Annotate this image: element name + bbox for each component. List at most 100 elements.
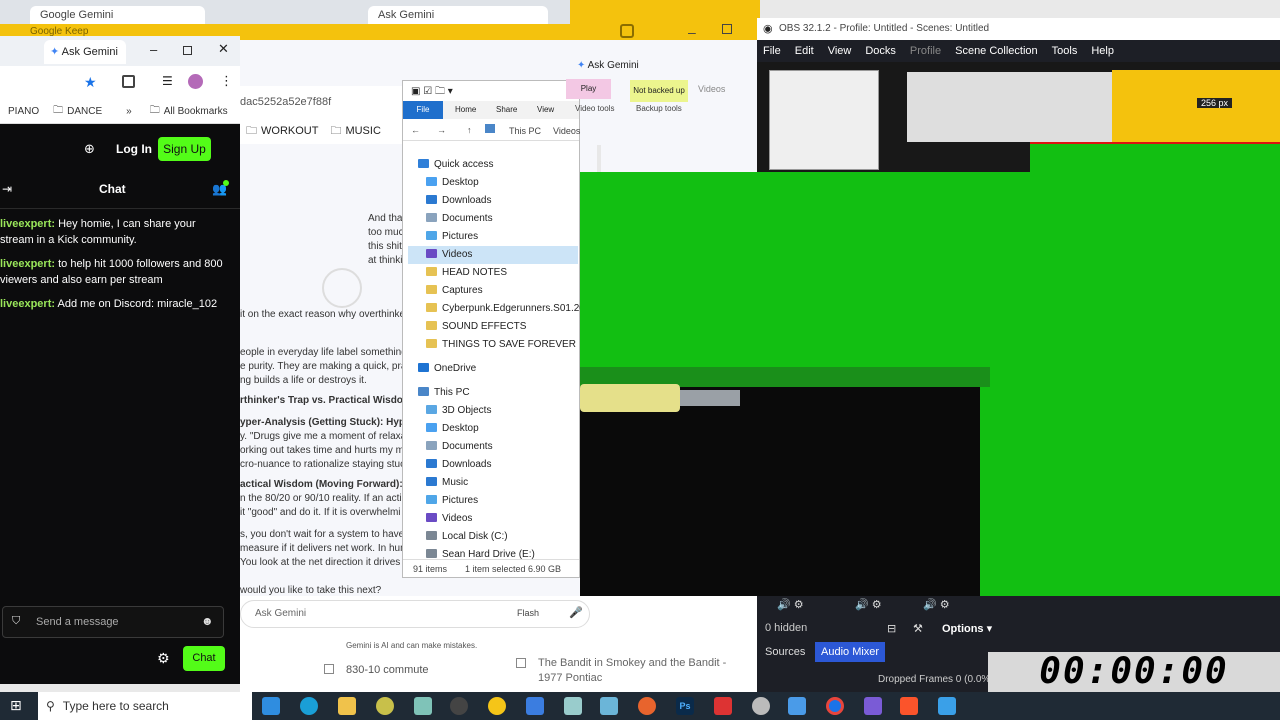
app-icon[interactable] [938, 697, 956, 715]
photoshop-icon[interactable]: Ps [676, 697, 694, 715]
obs-menu-file[interactable]: File [763, 45, 781, 57]
maximize-icon[interactable] [183, 46, 192, 55]
collapse-chat-icon[interactable]: ⇥ [2, 182, 12, 196]
nav-item-quick-access[interactable]: Quick access [418, 156, 578, 174]
layout-icon[interactable]: ⊟ [887, 622, 896, 635]
firefox-icon[interactable] [638, 697, 656, 715]
bookmark-dance[interactable]: DANCE [67, 106, 102, 117]
options-button[interactable]: Options ▾ [942, 622, 992, 635]
ribbon-share[interactable]: Share [496, 105, 517, 114]
emoji-icon[interactable]: ☻ [201, 614, 214, 628]
nav-item-captures[interactable]: Captures [426, 282, 578, 300]
background-url-bar[interactable]: dac5252a52e7f88f [240, 86, 410, 118]
ribbon-file[interactable]: File [403, 101, 443, 119]
wrench-icon[interactable]: ⚒ [913, 622, 923, 635]
nav-item-documents[interactable]: Documents [426, 438, 578, 456]
ribbon-home[interactable]: Home [455, 105, 476, 114]
app-icon[interactable] [564, 697, 582, 715]
brave-icon[interactable] [900, 697, 918, 715]
tab-audio-mixer[interactable]: Audio Mixer [815, 642, 886, 662]
more-menu-icon[interactable]: ⋮ [220, 73, 233, 89]
tab-google-gemini[interactable]: Google Gemini [30, 6, 205, 24]
ribbon-view[interactable]: View [537, 105, 554, 114]
reading-list-icon[interactable]: ☰ [162, 74, 173, 88]
nav-item-cyberpunk-edgerunners-s01-2022-j[interactable]: Cyberpunk.Edgerunners.S01.2022.J [426, 300, 604, 318]
maximize-icon[interactable] [722, 24, 732, 34]
nav-item-3d-objects[interactable]: 3D Objects [426, 402, 578, 420]
up-arrow-icon[interactable]: ↑ [467, 125, 472, 135]
nav-item-desktop[interactable]: Desktop [426, 420, 578, 438]
tab-ask-gemini-bg[interactable]: Ask Gemini [368, 6, 548, 24]
chat-send-button[interactable]: Chat [183, 646, 225, 671]
docs-icon[interactable] [526, 697, 544, 715]
source-bounding-box[interactable] [1030, 142, 1280, 172]
bookmark-music[interactable]: MUSIC [345, 125, 380, 137]
nav-item-onedrive[interactable]: OneDrive [418, 360, 578, 378]
nav-item-sean-hard-drive-e-[interactable]: Sean Hard Drive (E:) [426, 546, 578, 564]
profile-avatar[interactable] [188, 74, 203, 89]
explorer-tab-ask-gemini[interactable]: ✦ Ask Gemini [577, 60, 659, 80]
nav-item-videos[interactable]: Videos [426, 510, 578, 528]
task-view-icon[interactable] [262, 697, 280, 715]
volume-icon[interactable]: 🔊 ⚙ [923, 598, 950, 611]
ribbon-backup-tools[interactable]: Backup tools [636, 104, 682, 113]
extensions-icon[interactable] [122, 75, 135, 88]
app-icon[interactable] [714, 697, 732, 715]
not-backed-up-tab[interactable]: Not backed up [630, 80, 688, 102]
chat-username[interactable]: liveexpert: [0, 258, 55, 270]
microphone-icon[interactable]: 🎤 [569, 606, 583, 619]
quick-access-toolbar-icon[interactable]: ▣ ☑ 🗀 ▾ [411, 84, 453, 101]
edge-icon[interactable] [300, 697, 318, 715]
chat-username[interactable]: liveexpert: [0, 218, 55, 230]
obs-menu-view[interactable]: View [828, 45, 852, 57]
volume-icon[interactable]: 🔊 ⚙ [777, 598, 804, 611]
login-button[interactable]: Log In [116, 142, 152, 156]
tab-ask-gemini[interactable]: ✦ Ask Gemini [44, 40, 126, 64]
keep-checkbox-1[interactable] [324, 664, 334, 674]
minimize-icon[interactable]: – [150, 42, 157, 57]
volume-icon[interactable]: 🔊 ⚙ [855, 598, 882, 611]
nav-item-this-pc[interactable]: This PC [418, 384, 578, 402]
keep-checkbox-2[interactable] [516, 658, 526, 668]
app-icon[interactable] [864, 697, 882, 715]
obs-menu-edit[interactable]: Edit [795, 45, 814, 57]
obs-menu-docks[interactable]: Docks [865, 45, 896, 57]
obs-menu-scene-collection[interactable]: Scene Collection [955, 45, 1038, 57]
app-icon[interactable] [414, 697, 432, 715]
obs-menu-tools[interactable]: Tools [1052, 45, 1078, 57]
nav-item-music[interactable]: Music [426, 474, 578, 492]
app-icon[interactable] [788, 697, 806, 715]
nav-item-pictures[interactable]: Pictures [426, 492, 578, 510]
minimize-icon[interactable]: – [688, 24, 696, 40]
chat-url-bar[interactable]: ★ ☰ ⋮ [0, 66, 240, 100]
ask-gemini-input[interactable]: Ask Gemini Flash 🎤 [240, 600, 590, 628]
star-icon[interactable]: ★ [84, 74, 97, 91]
nav-item-local-disk-c-[interactable]: Local Disk (C:) [426, 528, 578, 546]
extension-icon[interactable] [620, 24, 634, 38]
forward-arrow-icon[interactable]: → [437, 125, 446, 135]
signup-button[interactable]: Sign Up [158, 137, 211, 161]
obs-taskbar-icon[interactable] [450, 697, 468, 715]
nav-item-pictures[interactable]: Pictures [426, 228, 578, 246]
app-icon[interactable] [600, 697, 618, 715]
nav-item-downloads[interactable]: Downloads [426, 456, 578, 474]
app-icon[interactable] [752, 697, 770, 715]
settings-gear-icon[interactable]: ⚙ [157, 650, 170, 667]
tab-sources[interactable]: Sources [765, 646, 805, 658]
nav-item-downloads[interactable]: Downloads [426, 192, 578, 210]
nav-item-things-to-save-forever[interactable]: THINGS TO SAVE FOREVER [426, 336, 578, 354]
lightbulb-icon[interactable] [488, 697, 506, 715]
all-bookmarks[interactable]: All Bookmarks [164, 106, 228, 117]
ribbon-video-tools[interactable]: Video tools [575, 104, 614, 113]
back-arrow-icon[interactable]: ← [411, 125, 420, 135]
windows-start-icon[interactable]: ⊞ [10, 697, 22, 714]
nav-item-desktop[interactable]: Desktop [426, 174, 578, 192]
taskbar-search[interactable]: ⚲ Type here to search [38, 692, 252, 720]
app-icon[interactable] [376, 697, 394, 715]
play-tab[interactable]: Play [566, 79, 611, 99]
nav-item-sound-effects[interactable]: SOUND EFFECTS [426, 318, 578, 336]
chrome-icon[interactable] [826, 697, 844, 715]
nav-item-videos[interactable]: Videos [408, 246, 578, 264]
address-bar[interactable]: ← → ↑ This PC Videos [403, 121, 580, 141]
nav-item-head-notes[interactable]: HEAD NOTES [426, 264, 578, 282]
